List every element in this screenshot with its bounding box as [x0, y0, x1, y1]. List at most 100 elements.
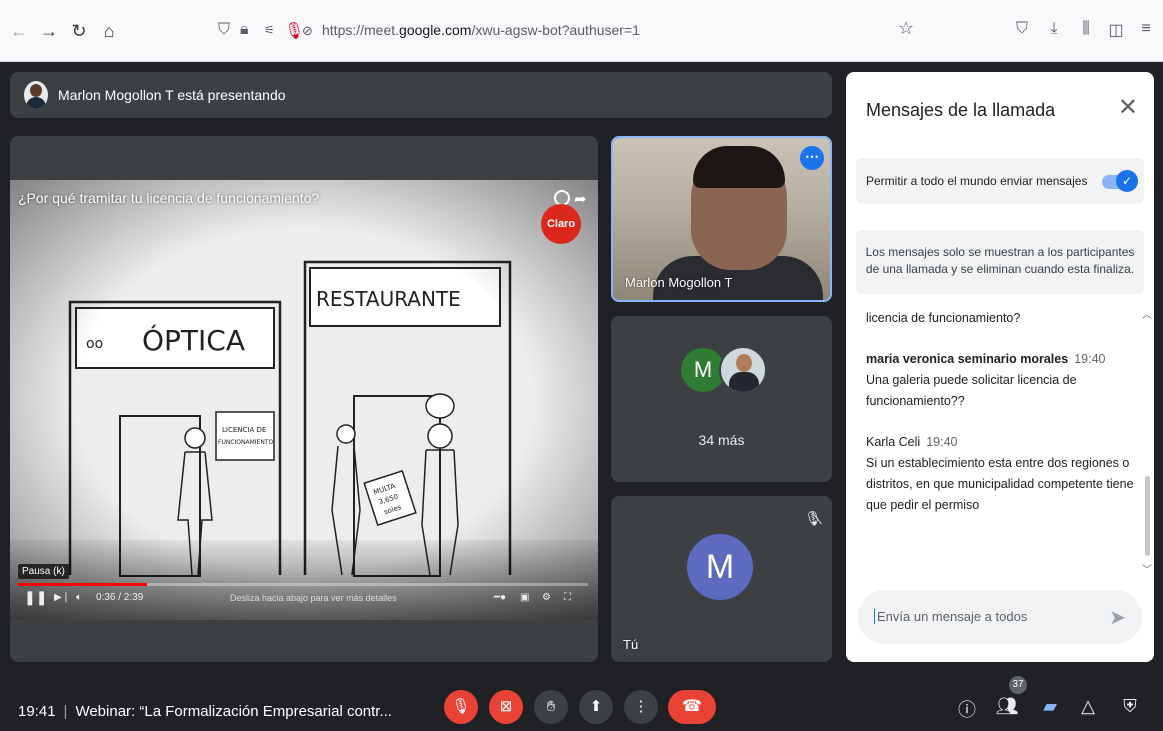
scroll-down-icon[interactable]: ﹀ — [1142, 561, 1152, 576]
progress-fill — [18, 583, 147, 586]
message-text: que pedir el permiso — [866, 498, 980, 512]
raise-hand-button[interactable]: ✋︎ — [534, 690, 568, 724]
scroll-thumb[interactable] — [1145, 476, 1150, 556]
url-prefix: https://meet. — [322, 22, 400, 38]
message-text: Si un establecimiento esta entre dos reg… — [866, 456, 1130, 470]
scroll-up-icon[interactable]: ︿ — [1142, 306, 1152, 321]
meeting-info: 19:41 | Webinar: “La Formalización Empresa… — [18, 703, 392, 720]
present-button[interactable]: ⬆ — [579, 690, 613, 724]
divider: | — [63, 703, 68, 720]
back-icon[interactable]: ← — [8, 20, 30, 42]
permission-label: Permitir a todo el mundo enviar mensajes — [866, 174, 1088, 188]
info-icon[interactable]: ⓘ — [955, 696, 979, 722]
download-icon[interactable]: ⤓ — [1044, 20, 1064, 38]
message-continuation: licencia de funcionamiento? — [866, 311, 1021, 325]
pause-tooltip: Pausa (k) — [18, 564, 69, 579]
chat-panel: Mensajes de la llamada ✕ Permitir a todo… — [846, 72, 1154, 662]
participant-name: Marlon Mogollon T — [625, 275, 733, 290]
bookmark-star-icon[interactable]: ☆ — [898, 18, 914, 39]
video-time: 0:36 / 2:39 — [96, 592, 144, 603]
pause-icon[interactable]: ❚❚ — [24, 589, 47, 606]
progress-bar[interactable] — [18, 583, 588, 586]
permissions-icon[interactable]: ⚟ — [264, 23, 275, 37]
reload-icon[interactable]: ↻ — [68, 20, 90, 42]
permission-setting: Permitir a todo el mundo enviar mensajes… — [856, 158, 1144, 204]
more-participants-tile[interactable]: M 34 más — [611, 316, 832, 482]
camera-person-hair — [693, 146, 785, 188]
forward-icon[interactable]: → — [38, 20, 60, 42]
camera-off-button[interactable]: ⊠ — [489, 690, 523, 724]
fullscreen-icon[interactable]: ⛶ — [564, 592, 571, 603]
restaurant-sign: RESTAURANTE — [316, 287, 461, 311]
more-options-button[interactable]: ⋮ — [624, 690, 658, 724]
subtitles-icon[interactable]: ▣ — [520, 592, 529, 603]
chat-icon[interactable]: ▰ — [1038, 696, 1062, 717]
chat-input-placeholder[interactable]: Envía un mensaje a todos — [874, 609, 1027, 624]
activities-icon[interactable]: △ — [1076, 696, 1100, 717]
url-bar[interactable]: ⛉ 🔒︎ ⚟ 🎙︎ ⊘ https://meet.google.com/xwu-… — [210, 14, 930, 48]
end-call-button[interactable]: ☎ — [668, 690, 716, 724]
autoplay-toggle-icon[interactable]: ━● — [494, 592, 506, 603]
swipe-hint: Desliza hacia abajo para ver más detalle… — [230, 593, 397, 603]
more-options-icon[interactable]: ⋯ — [800, 146, 824, 170]
shield-icon[interactable]: ⛉ — [218, 21, 230, 39]
mic-off-icon: 🎙︎⃥ — [804, 510, 822, 526]
share-icon[interactable]: ➦ — [574, 190, 587, 208]
chat-input[interactable]: Envía un mensaje a todos ➤ — [858, 590, 1142, 644]
send-icon[interactable]: ➤ — [1109, 605, 1126, 630]
channel-logo[interactable]: Claro — [541, 204, 581, 244]
message-sender: Karla Celi — [866, 435, 921, 449]
mic-off-button[interactable]: 🎙︎ — [444, 690, 478, 724]
present-icon: ⬆ — [589, 698, 603, 715]
close-icon[interactable]: ✕ — [1118, 96, 1138, 120]
self-avatar: M — [687, 534, 753, 600]
controls-gradient — [10, 540, 598, 620]
chat-scrollbar[interactable]: ︿ ﹀ — [1140, 306, 1154, 576]
message-time: 19:40 — [1074, 352, 1106, 366]
participant-avatar-photo — [719, 346, 767, 394]
message-sender: maria veronica seminario morales — [866, 352, 1069, 366]
camera-blocked-icon[interactable]: ⊘ — [302, 23, 313, 39]
mic-off-icon: 🎙︎ — [451, 698, 471, 715]
sidebar-icon[interactable]: ◫ — [1106, 20, 1126, 40]
library-icon[interactable]: ⫼ — [1076, 20, 1096, 38]
message-text: distritos, en que municipalidad competen… — [866, 477, 1134, 491]
lock-icon[interactable]: 🔒︎ — [240, 21, 249, 39]
optica-sign: ÓPTICA — [142, 323, 245, 357]
settings-icon[interactable]: ⚙ — [542, 592, 551, 603]
chat-info-notice: Los mensajes solo se muestran a los part… — [856, 230, 1144, 294]
next-icon[interactable]: ▶❘ — [54, 592, 70, 603]
message-text: funcionamiento?? — [866, 394, 965, 408]
message-item: maria veronica seminario morales 19:40 Un… — [866, 349, 1136, 412]
menu-icon[interactable]: ≡ — [1136, 20, 1156, 38]
chat-title: Mensajes de la llamada — [866, 100, 1056, 120]
self-label: Tú — [623, 637, 639, 652]
shared-screen-tile[interactable]: oo ÓPTICA LICENCIA DE FUNCIONAMIENTO RES… — [10, 136, 598, 662]
people-count-badge: 37 — [1009, 676, 1027, 694]
phone-hangup-icon: ☎ — [682, 698, 702, 715]
hand-icon: ✋︎ — [546, 698, 556, 715]
people-icon[interactable]: 👥︎ — [995, 696, 1019, 717]
home-icon[interactable]: ⌂ — [98, 20, 120, 42]
message-text: Una galeria puede solicitar licencia de — [866, 373, 1077, 387]
check-icon[interactable]: ✓ — [1116, 170, 1138, 192]
self-tile[interactable]: 🎙︎⃥ M Tú — [611, 496, 832, 662]
host-controls-icon[interactable]: ⛨ — [1118, 696, 1142, 717]
pocket-icon[interactable]: ⛉ — [1012, 20, 1032, 38]
camera-off-icon: ⊠ — [499, 698, 513, 715]
presenter-camera-tile[interactable]: ⋯ Marlon Mogollon T — [611, 136, 832, 302]
message-time: 19:40 — [926, 435, 958, 449]
video-title[interactable]: ¿Por qué tramitar tu licencia de funcion… — [18, 190, 319, 206]
more-participants-count: 34 más — [698, 432, 745, 448]
url-text[interactable]: https://meet.google.com/xwu-agsw-bot?aut… — [322, 22, 640, 38]
presenting-label: Marlon Mogollon T está presentando — [58, 87, 286, 103]
message-item: Karla Celi 19:40 Si un establecimiento es… — [866, 432, 1136, 516]
url-domain: google.com — [399, 22, 472, 38]
browser-toolbar: ← → ↻ ⌂ ⛉ 🔒︎ ⚟ 🎙︎ ⊘ https://meet.google.… — [0, 0, 1163, 62]
meeting-time: 19:41 — [18, 703, 56, 720]
url-path: /xwu-agsw-bot?authuser=1 — [471, 22, 640, 38]
volume-icon[interactable]: 🔈︎ — [76, 592, 82, 603]
video-player[interactable]: oo ÓPTICA LICENCIA DE FUNCIONAMIENTO RES… — [10, 180, 598, 620]
presenting-banner: Marlon Mogollon T está presentando — [10, 72, 832, 118]
license-sign-line2: FUNCIONAMIENTO — [218, 439, 273, 446]
